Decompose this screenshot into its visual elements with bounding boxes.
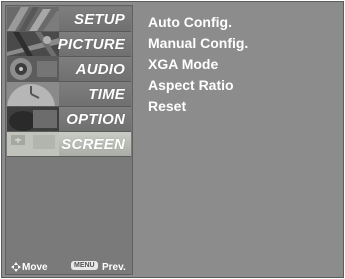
option-xga-mode[interactable]: XGA Mode xyxy=(148,56,218,72)
main-menu-sidebar: SETUP PICTURE AUDIO TIME OPTION SCREEN M… xyxy=(5,5,133,275)
option-icon xyxy=(7,107,59,131)
menu-item-label: PICTURE xyxy=(57,36,125,53)
option-aspect-ratio[interactable]: Aspect Ratio xyxy=(148,77,234,93)
menu-item-label: SCREEN xyxy=(61,136,125,153)
menu-key-badge: MENU xyxy=(71,261,98,270)
prev-hint-label: Prev. xyxy=(102,262,126,273)
osd-menu-window: SETUP PICTURE AUDIO TIME OPTION SCREEN M… xyxy=(1,1,344,278)
menu-item-label: TIME xyxy=(88,86,125,103)
move-hint-label: Move xyxy=(22,262,48,273)
audio-icon xyxy=(7,57,59,81)
menu-item-time[interactable]: TIME xyxy=(7,82,131,107)
menu-item-audio[interactable]: AUDIO xyxy=(7,57,131,82)
menu-item-label: SETUP xyxy=(73,11,125,28)
submenu-panel: Auto Config. Manual Config. XGA Mode Asp… xyxy=(138,5,341,275)
setup-icon xyxy=(7,7,59,31)
option-auto-config[interactable]: Auto Config. xyxy=(148,14,232,30)
move-arrows-icon xyxy=(11,262,21,275)
menu-item-picture[interactable]: PICTURE xyxy=(7,32,131,57)
footer-hint-bar: Move MENU Prev. xyxy=(8,260,132,276)
screen-icon xyxy=(7,132,59,156)
menu-item-label: AUDIO xyxy=(75,61,125,78)
time-icon xyxy=(7,82,59,106)
menu-item-screen[interactable]: SCREEN xyxy=(7,132,131,157)
menu-item-label: OPTION xyxy=(66,111,125,128)
menu-item-option[interactable]: OPTION xyxy=(7,107,131,132)
option-reset[interactable]: Reset xyxy=(148,98,186,114)
option-manual-config[interactable]: Manual Config. xyxy=(148,35,248,51)
picture-icon xyxy=(7,32,59,56)
menu-item-setup[interactable]: SETUP xyxy=(7,7,131,32)
